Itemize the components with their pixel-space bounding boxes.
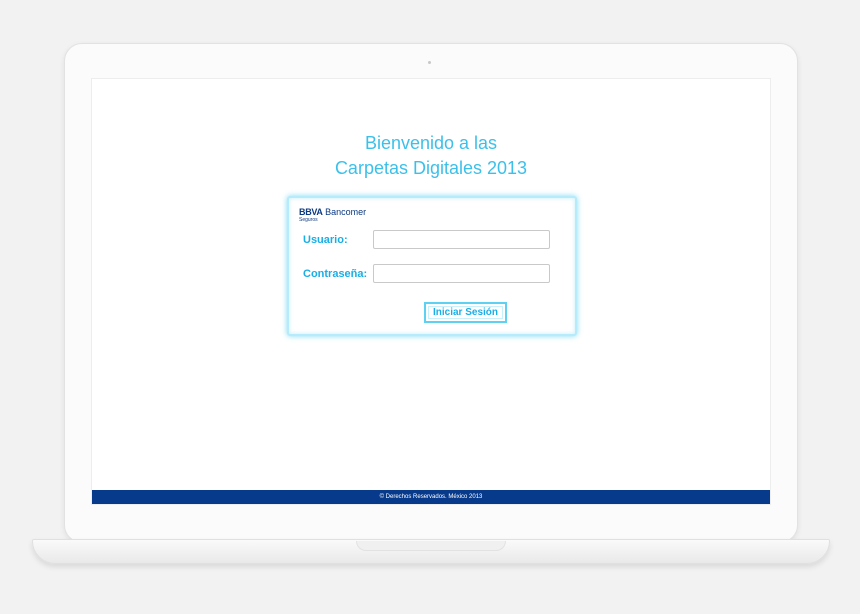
browser-screen: Bienvenido a las Carpetas Digitales 2013… [91, 78, 771, 505]
brand-name-bold: BBVA [299, 207, 323, 217]
username-input[interactable] [373, 230, 550, 249]
welcome-line-1: Bienvenido a las [364, 133, 498, 153]
username-label: Usuario: [303, 234, 348, 246]
laptop-notch [356, 541, 506, 551]
bbva-bancomer-logo: BBVA Bancomer Seguros [299, 207, 366, 223]
camera-dot [428, 61, 431, 64]
footer-copyright: © Derechos Reservados. México 2013 [379, 494, 483, 500]
brand-name-regular: Bancomer [322, 207, 367, 217]
welcome-line-2: Carpetas Digitales 2013 [334, 158, 528, 178]
password-label: Contraseña: [303, 268, 368, 280]
brand-subtitle: Seguros [299, 217, 318, 223]
brand-name: BBVA Bancomer [299, 207, 366, 217]
login-button[interactable]: Iniciar Sesión [424, 302, 507, 323]
welcome-heading: Bienvenido a las Carpetas Digitales 2013 [92, 131, 770, 181]
footer-bar: © Derechos Reservados. México 2013 [92, 490, 770, 504]
login-box: BBVA Bancomer Seguros Usuario: Contraseñ… [287, 196, 577, 336]
password-input[interactable] [373, 264, 550, 283]
